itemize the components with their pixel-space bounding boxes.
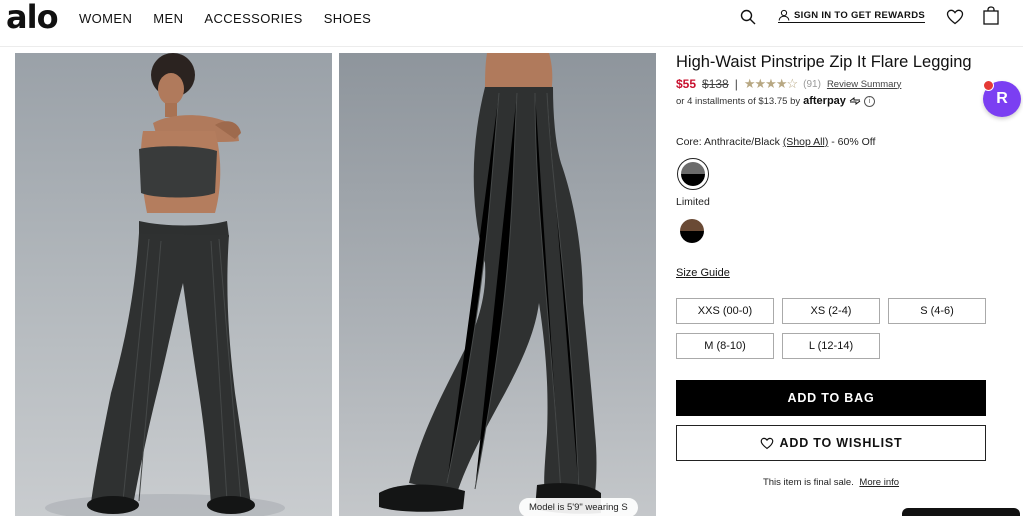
shop-all-link[interactable]: (Shop All) bbox=[783, 136, 829, 148]
notification-dot bbox=[983, 80, 994, 91]
heart-icon[interactable] bbox=[946, 8, 964, 26]
user-icon bbox=[778, 9, 790, 21]
price-separator: | bbox=[734, 77, 738, 91]
model-photo-side bbox=[379, 53, 601, 514]
size-xxs[interactable]: XXS (00-0) bbox=[676, 298, 774, 324]
color-name: Core: Anthracite/Black bbox=[676, 136, 780, 148]
add-to-wishlist-button[interactable]: ADD TO WISHLIST bbox=[676, 425, 986, 461]
model-size-caption: Model is 5'9" wearing S bbox=[519, 498, 638, 516]
final-sale-note: This item is final sale. More info bbox=[676, 477, 986, 488]
add-to-bag-button[interactable]: ADD TO BAG bbox=[676, 380, 986, 416]
swatch-limited-color[interactable] bbox=[680, 219, 704, 243]
nav-men[interactable]: MEN bbox=[153, 11, 183, 26]
product-title: High-Waist Pinstripe Zip It Flare Leggin… bbox=[676, 53, 972, 71]
swatch-fill bbox=[681, 162, 705, 186]
chat-widget-tab[interactable] bbox=[902, 508, 1020, 516]
nav-accessories[interactable]: ACCESSORIES bbox=[204, 11, 302, 26]
sale-price: $55 bbox=[676, 77, 697, 91]
size-xs[interactable]: XS (2-4) bbox=[782, 298, 880, 324]
size-s[interactable]: S (4-6) bbox=[888, 298, 986, 324]
heart-outline-icon bbox=[760, 437, 773, 449]
info-icon[interactable]: i bbox=[863, 95, 875, 107]
search-icon[interactable] bbox=[739, 8, 757, 26]
nav-shoes[interactable]: SHOES bbox=[324, 11, 372, 26]
review-summary-link[interactable]: Review Summary bbox=[827, 79, 901, 90]
site-header: alo WOMEN MEN ACCESSORIES SHOES SIGN IN … bbox=[0, 0, 1023, 47]
sign-in-label: SIGN IN TO GET REWARDS bbox=[794, 9, 925, 21]
final-sale-text: This item is final sale. bbox=[762, 477, 854, 488]
more-info-link[interactable]: More info bbox=[859, 477, 899, 488]
installments-row: or 4 installments of $13.75 by afterpay … bbox=[676, 95, 875, 107]
review-count[interactable]: (91) bbox=[803, 79, 821, 90]
alo-logo[interactable]: alo bbox=[6, 0, 59, 34]
nav-women[interactable]: WOMEN bbox=[79, 11, 132, 26]
price-row: $55 $138 | ★★★★☆ (91) Review Summary bbox=[676, 76, 901, 92]
limited-label: Limited bbox=[676, 196, 710, 208]
size-l[interactable]: L (12-14) bbox=[782, 333, 880, 359]
sign-in-rewards-link[interactable]: SIGN IN TO GET REWARDS bbox=[778, 9, 925, 23]
product-image-front[interactable] bbox=[15, 53, 332, 516]
product-image-side[interactable]: Model is 5'9" wearing S bbox=[339, 53, 656, 516]
size-guide-link[interactable]: Size Guide bbox=[676, 267, 730, 279]
wishlist-label: ADD TO WISHLIST bbox=[779, 436, 903, 450]
main-nav: WOMEN MEN ACCESSORIES SHOES bbox=[79, 11, 392, 26]
afterpay-arrows-icon bbox=[849, 97, 861, 105]
star-rating[interactable]: ★★★★☆ bbox=[744, 76, 798, 92]
installments-text: or 4 installments of $13.75 by bbox=[676, 95, 801, 107]
afterpay-logo: afterpay bbox=[803, 95, 846, 107]
discount-text: - 60% Off bbox=[831, 136, 876, 148]
size-m[interactable]: M (8-10) bbox=[676, 333, 774, 359]
color-label: Core: Anthracite/Black (Shop All) - 60% … bbox=[676, 136, 875, 148]
original-price: $138 bbox=[702, 77, 729, 91]
model-photo-front bbox=[45, 53, 285, 516]
shopping-bag-icon[interactable] bbox=[982, 6, 1000, 26]
swatch-anthracite-black[interactable] bbox=[677, 158, 709, 190]
